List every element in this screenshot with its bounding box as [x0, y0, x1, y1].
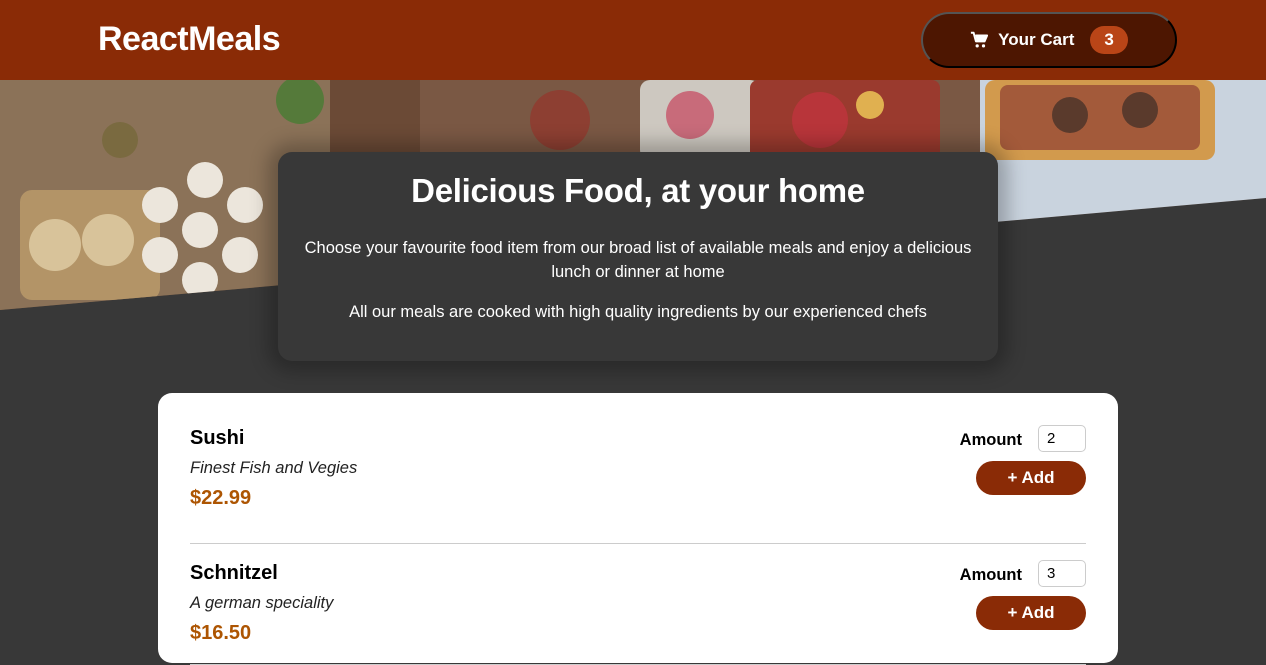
cart-icon [970, 31, 989, 49]
cart-label: Your Cart [998, 30, 1075, 49]
meal-item: Schnitzel A german speciality $16.50 Amo… [190, 544, 1086, 665]
add-button[interactable]: + Add [976, 461, 1086, 495]
amount-input[interactable] [1038, 425, 1086, 452]
available-meals-card: Sushi Finest Fish and Vegies $22.99 Amou… [158, 393, 1118, 665]
meal-name: Schnitzel [190, 562, 278, 584]
summary-paragraph: Choose your favourite food item from our… [304, 239, 972, 281]
app-header: ReactMeals Your Cart 3 [0, 0, 1266, 80]
meal-name: Sushi [190, 427, 245, 449]
meal-description: Finest Fish and Vegies [190, 459, 358, 477]
meal-price: $16.50 [190, 622, 252, 644]
amount-label: Amount [959, 566, 1022, 584]
cart-count-badge: 3 [1090, 26, 1128, 54]
brand-title: ReactMeals [98, 20, 281, 58]
meals-summary: Delicious Food, at your home Choose your… [278, 152, 998, 361]
summary-paragraph: All our meals are cooked with high quali… [349, 303, 927, 321]
meal-price: $22.99 [190, 487, 252, 509]
meal-description: A german speciality [190, 594, 334, 612]
amount-input[interactable] [1038, 560, 1086, 587]
cart-button[interactable]: Your Cart 3 [921, 12, 1177, 68]
amount-label: Amount [959, 431, 1022, 449]
summary-title: Delicious Food, at your home [411, 172, 865, 209]
add-button[interactable]: + Add [976, 596, 1086, 630]
meal-item: Sushi Finest Fish and Vegies $22.99 Amou… [190, 423, 1086, 544]
